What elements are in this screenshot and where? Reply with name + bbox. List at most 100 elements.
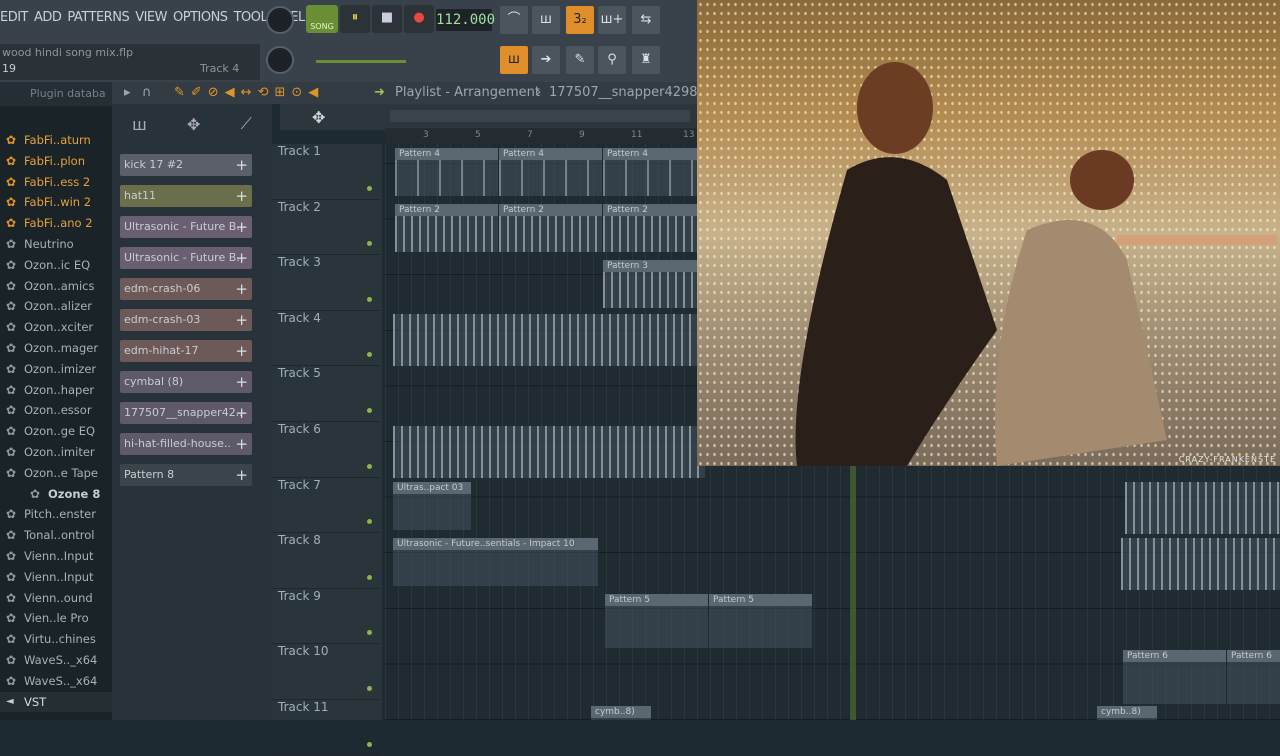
stop-button[interactable]: ■ [372,5,402,33]
channel-button[interactable]: edm-hihat-17 + [120,340,252,362]
menu-add[interactable]: ADD [34,10,62,25]
channel-add-icon[interactable]: + [235,247,248,269]
playhead-marker[interactable] [850,466,856,720]
track-mute-led[interactable] [367,296,372,302]
mixer-icon[interactable]: ✎ [566,46,594,74]
plugin-item[interactable]: FabFi..ano 2 [0,213,112,234]
plugin-item[interactable]: Ozon..ic EQ [0,255,112,276]
plugin-item[interactable]: FabFi..win 2 [0,192,112,213]
track-header[interactable]: Track 1 [272,144,380,200]
grid-icon[interactable]: ш [132,115,147,134]
clip-pattern-2[interactable]: Pattern 2 [395,204,498,252]
track-mute-led[interactable] [367,241,372,247]
clip-audio-track-4[interactable] [393,314,705,366]
channel-add-icon[interactable]: + [235,185,248,207]
track-header[interactable]: Track 11 [272,700,380,756]
pencil-icon[interactable]: ⟋ [241,114,252,134]
plugin-item[interactable]: Ozon..imizer [0,359,112,380]
track-header[interactable]: Track 10 [272,644,380,700]
master-slider[interactable] [316,60,406,63]
playlist-button[interactable]: ш [500,46,528,74]
plugin-item[interactable]: Vienn..Input [0,567,112,588]
menu-edit[interactable]: EDIT [0,10,29,25]
channel-add-icon[interactable]: + [235,371,248,393]
plugin-item[interactable]: Pitch..enster [0,504,112,525]
track-mute-led[interactable] [367,574,372,580]
browser-folder-vst[interactable]: VST [0,691,112,713]
channel-add-icon[interactable]: + [235,464,248,486]
menu-view[interactable]: VIEW [135,10,167,25]
link-icon[interactable]: ⚲ [598,46,626,74]
channel-button[interactable]: hat11 + [120,185,252,207]
plugin-item[interactable]: Vien..le Pro [0,608,112,629]
clip-pattern-2[interactable]: Pattern 2 [499,204,602,252]
clip-audio-track-8-right[interactable] [1121,538,1280,590]
record-button[interactable]: ● [404,5,434,33]
channel-button[interactable]: kick 17 #2 + [120,154,252,176]
plugin-item[interactable]: WaveS.._x64 [0,650,112,671]
tool-icons[interactable]: ✎✐⊘◀↔⟲⊞⊙◀ [174,82,324,104]
channel-button[interactable]: edm-crash-06 + [120,278,252,300]
plugin-item[interactable]: Neutrino [0,234,112,255]
plugin-folder[interactable]: Ozone 8 [0,484,112,505]
track-mute-led[interactable] [367,519,372,525]
plugin-item[interactable]: FabFi..ess 2 [0,172,112,193]
plugin-item[interactable]: Ozon..ge EQ [0,421,112,442]
plugin-item[interactable]: Ozon..imiter [0,442,112,463]
plugin-item[interactable]: Ozon..mager [0,338,112,359]
piano-roll-icon[interactable]: ➔ [532,46,560,74]
channel-add-icon[interactable]: + [235,278,248,300]
plugin-item[interactable]: FabFi..plon [0,151,112,172]
track-mute-led[interactable] [367,352,372,358]
plugin-item[interactable]: Ozon..xciter [0,317,112,338]
plugin-item[interactable]: Tonal..ontrol [0,525,112,546]
add-pattern-icon[interactable]: ш+ [598,6,626,34]
channel-button[interactable]: cymbal (8) + [120,371,252,393]
track-header[interactable]: Track 2 [272,200,380,256]
clip-pattern-3[interactable]: Pattern 3 [603,260,706,308]
master-volume-knob[interactable] [266,6,294,34]
metronome-icon[interactable]: ⌒ [500,6,528,34]
channel-button[interactable]: Ultrasonic - Future B.. + [120,247,252,269]
channel-add-icon[interactable]: + [235,154,248,176]
clip-audio-track-6[interactable] [393,426,705,478]
channel-button[interactable]: edm-crash-03 + [120,309,252,331]
channel-add-icon[interactable]: + [235,340,248,362]
clip-audio-track-7-right[interactable] [1125,482,1280,534]
channel-add-icon[interactable]: + [235,433,248,455]
channel-add-icon[interactable]: + [235,309,248,331]
plugin-item[interactable]: Ozon..amics [0,276,112,297]
channel-add-icon[interactable]: + [235,216,248,238]
track-mute-led[interactable] [367,685,372,691]
wait-input-icon[interactable]: ш [532,6,560,34]
move-icon[interactable]: ✥ [312,108,325,127]
channel-button[interactable]: 177507__snapper42.. + [120,402,252,424]
track-mute-led[interactable] [367,630,372,636]
clip-pattern-6[interactable]: Pattern 6 [1123,650,1226,704]
clip-pattern-4[interactable]: Pattern 4 [499,148,602,196]
channel-button[interactable]: Ultrasonic - Future B.. + [120,216,252,238]
clip-pattern-6[interactable]: Pattern 6 [1227,650,1280,704]
menu-options[interactable]: OPTIONS [173,10,228,25]
plugin-item[interactable]: Vienn..Input [0,546,112,567]
channel-button[interactable]: hi-hat-filled-house.. + [120,433,252,455]
plugin-item[interactable]: Virtu..chines [0,629,112,650]
magnet-icon[interactable]: ∩ [142,82,152,104]
clip-ultrasonic-impact-10[interactable]: Ultrasonic - Future..sentials - Impact 1… [393,538,598,586]
track-header[interactable]: Track 4 [272,311,380,367]
track-header[interactable]: Track 5 [272,366,380,422]
clone-pattern-icon[interactable]: ⇆ [632,6,660,34]
track-mute-led[interactable] [367,407,372,413]
plugin-item[interactable]: Ozon..essor [0,400,112,421]
track-header[interactable]: Track 3 [272,255,380,311]
track-header[interactable]: Track 8 [272,533,380,589]
channel-add-icon[interactable]: + [235,402,248,424]
clip-pattern-5[interactable]: Pattern 5 [709,594,812,648]
track-mute-led[interactable] [367,185,372,191]
timeline-ruler[interactable]: 3 5 7 9 11 13 [385,128,700,144]
channel-button[interactable]: Pattern 8 + [120,464,252,486]
plugin-icon[interactable]: ♜ [632,46,660,74]
pause-button[interactable]: ⏸ [340,5,370,33]
pattern-readout[interactable]: 3₂ [566,6,594,34]
scroll-bar[interactable] [390,110,690,122]
